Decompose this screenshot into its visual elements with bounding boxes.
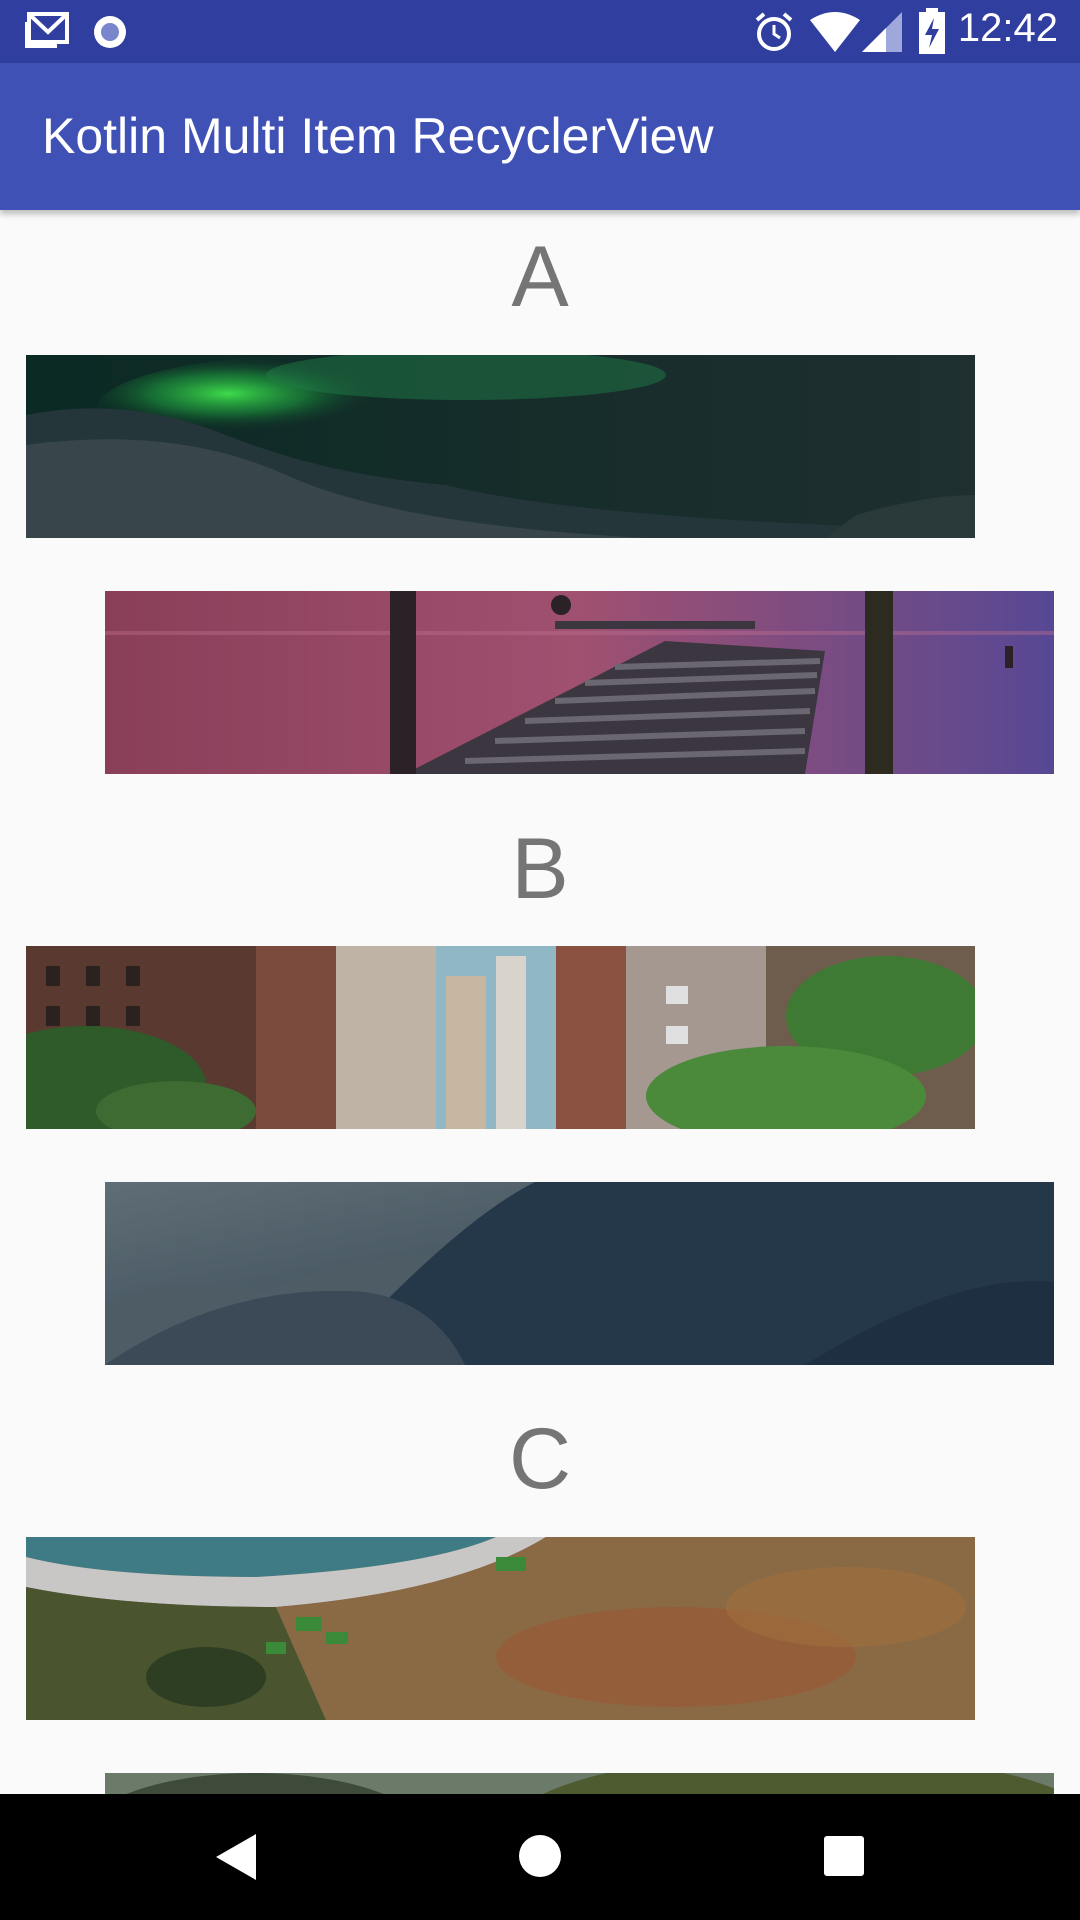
status-time: 12:42 — [957, 6, 1058, 50]
section-header-b: B — [511, 821, 569, 917]
pier-image — [105, 591, 1054, 774]
app-bar: Kotlin Multi Item RecyclerView — [0, 63, 1080, 210]
recycler-list[interactable]: A B C — [0, 210, 1080, 1794]
forest-valley-image — [105, 1773, 1054, 1794]
section-header-a: A — [511, 229, 569, 325]
record-icon — [94, 16, 126, 48]
wifi-icon — [810, 12, 860, 52]
misty-mountains-image — [105, 1182, 1054, 1365]
signal-icon — [862, 12, 902, 52]
navigation-bar — [0, 1794, 1080, 1920]
coastal-hillside-image — [26, 1537, 975, 1720]
section-header-c: C — [508, 1411, 572, 1507]
aurora-image — [26, 355, 975, 538]
back-icon[interactable] — [214, 1832, 258, 1882]
battery-charging-icon — [919, 8, 945, 54]
app-title: Kotlin Multi Item RecyclerView — [42, 108, 714, 164]
home-icon[interactable] — [518, 1834, 562, 1878]
gmail-icon — [25, 12, 69, 48]
alarm-icon — [755, 12, 793, 51]
city-street-image — [26, 946, 975, 1129]
recents-icon[interactable] — [824, 1836, 864, 1876]
status-bar: 12:42 — [0, 0, 1080, 63]
